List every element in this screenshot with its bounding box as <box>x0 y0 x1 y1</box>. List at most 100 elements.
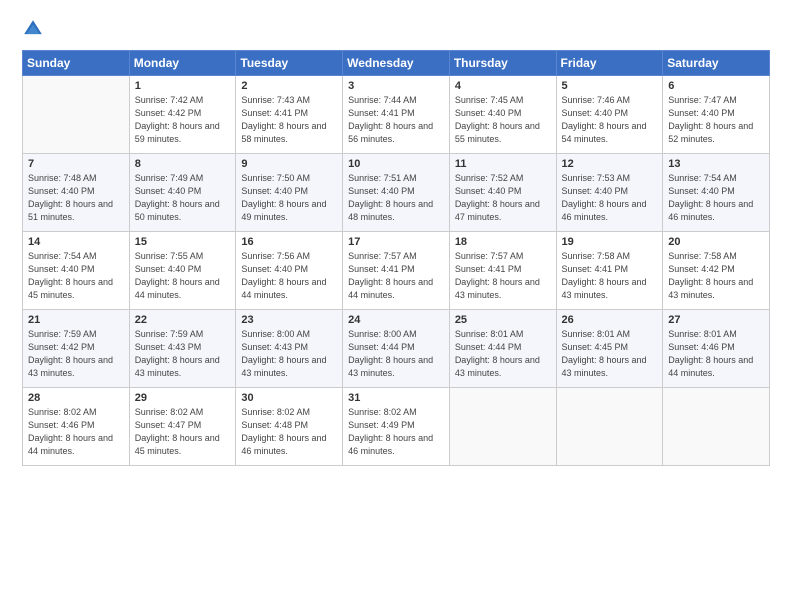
day-info: Sunrise: 7:54 AMSunset: 4:40 PMDaylight:… <box>668 172 764 224</box>
week-row-4: 21 Sunrise: 7:59 AMSunset: 4:42 PMDaylig… <box>23 310 770 388</box>
day-number: 29 <box>135 392 231 404</box>
day-cell: 2 Sunrise: 7:43 AMSunset: 4:41 PMDayligh… <box>236 76 343 154</box>
day-number: 14 <box>28 236 124 248</box>
week-row-3: 14 Sunrise: 7:54 AMSunset: 4:40 PMDaylig… <box>23 232 770 310</box>
day-info: Sunrise: 7:48 AMSunset: 4:40 PMDaylight:… <box>28 172 124 224</box>
day-info: Sunrise: 7:49 AMSunset: 4:40 PMDaylight:… <box>135 172 231 224</box>
day-info: Sunrise: 8:02 AMSunset: 4:48 PMDaylight:… <box>241 406 337 458</box>
week-row-5: 28 Sunrise: 8:02 AMSunset: 4:46 PMDaylig… <box>23 388 770 466</box>
header <box>22 18 770 40</box>
day-info: Sunrise: 7:44 AMSunset: 4:41 PMDaylight:… <box>348 94 444 146</box>
day-info: Sunrise: 7:54 AMSunset: 4:40 PMDaylight:… <box>28 250 124 302</box>
day-number: 8 <box>135 158 231 170</box>
day-number: 27 <box>668 314 764 326</box>
day-cell: 9 Sunrise: 7:50 AMSunset: 4:40 PMDayligh… <box>236 154 343 232</box>
header-cell-saturday: Saturday <box>663 51 770 76</box>
day-cell: 7 Sunrise: 7:48 AMSunset: 4:40 PMDayligh… <box>23 154 130 232</box>
week-row-1: 1 Sunrise: 7:42 AMSunset: 4:42 PMDayligh… <box>23 76 770 154</box>
day-cell: 8 Sunrise: 7:49 AMSunset: 4:40 PMDayligh… <box>129 154 236 232</box>
day-cell <box>449 388 556 466</box>
day-cell: 29 Sunrise: 8:02 AMSunset: 4:47 PMDaylig… <box>129 388 236 466</box>
day-number: 6 <box>668 80 764 92</box>
day-number: 18 <box>455 236 551 248</box>
day-cell: 3 Sunrise: 7:44 AMSunset: 4:41 PMDayligh… <box>343 76 450 154</box>
day-number: 31 <box>348 392 444 404</box>
header-cell-thursday: Thursday <box>449 51 556 76</box>
day-cell: 24 Sunrise: 8:00 AMSunset: 4:44 PMDaylig… <box>343 310 450 388</box>
day-number: 2 <box>241 80 337 92</box>
day-number: 7 <box>28 158 124 170</box>
day-number: 16 <box>241 236 337 248</box>
day-info: Sunrise: 8:02 AMSunset: 4:46 PMDaylight:… <box>28 406 124 458</box>
day-cell: 10 Sunrise: 7:51 AMSunset: 4:40 PMDaylig… <box>343 154 450 232</box>
logo <box>22 18 48 40</box>
day-number: 11 <box>455 158 551 170</box>
day-number: 24 <box>348 314 444 326</box>
day-number: 20 <box>668 236 764 248</box>
day-number: 23 <box>241 314 337 326</box>
day-number: 9 <box>241 158 337 170</box>
day-number: 13 <box>668 158 764 170</box>
day-cell: 19 Sunrise: 7:58 AMSunset: 4:41 PMDaylig… <box>556 232 663 310</box>
day-cell: 4 Sunrise: 7:45 AMSunset: 4:40 PMDayligh… <box>449 76 556 154</box>
header-cell-wednesday: Wednesday <box>343 51 450 76</box>
day-info: Sunrise: 8:00 AMSunset: 4:44 PMDaylight:… <box>348 328 444 380</box>
day-number: 1 <box>135 80 231 92</box>
day-number: 12 <box>562 158 658 170</box>
day-cell: 14 Sunrise: 7:54 AMSunset: 4:40 PMDaylig… <box>23 232 130 310</box>
day-number: 22 <box>135 314 231 326</box>
day-number: 30 <box>241 392 337 404</box>
header-cell-friday: Friday <box>556 51 663 76</box>
day-info: Sunrise: 7:55 AMSunset: 4:40 PMDaylight:… <box>135 250 231 302</box>
day-info: Sunrise: 8:00 AMSunset: 4:43 PMDaylight:… <box>241 328 337 380</box>
calendar-table: SundayMondayTuesdayWednesdayThursdayFrid… <box>22 50 770 466</box>
day-info: Sunrise: 7:59 AMSunset: 4:42 PMDaylight:… <box>28 328 124 380</box>
day-info: Sunrise: 7:51 AMSunset: 4:40 PMDaylight:… <box>348 172 444 224</box>
day-number: 17 <box>348 236 444 248</box>
day-cell: 1 Sunrise: 7:42 AMSunset: 4:42 PMDayligh… <box>129 76 236 154</box>
day-cell: 12 Sunrise: 7:53 AMSunset: 4:40 PMDaylig… <box>556 154 663 232</box>
day-info: Sunrise: 8:02 AMSunset: 4:49 PMDaylight:… <box>348 406 444 458</box>
day-cell: 5 Sunrise: 7:46 AMSunset: 4:40 PMDayligh… <box>556 76 663 154</box>
day-number: 26 <box>562 314 658 326</box>
week-row-2: 7 Sunrise: 7:48 AMSunset: 4:40 PMDayligh… <box>23 154 770 232</box>
header-cell-tuesday: Tuesday <box>236 51 343 76</box>
day-number: 21 <box>28 314 124 326</box>
day-cell: 28 Sunrise: 8:02 AMSunset: 4:46 PMDaylig… <box>23 388 130 466</box>
day-cell <box>23 76 130 154</box>
day-cell <box>663 388 770 466</box>
day-cell: 13 Sunrise: 7:54 AMSunset: 4:40 PMDaylig… <box>663 154 770 232</box>
day-cell: 6 Sunrise: 7:47 AMSunset: 4:40 PMDayligh… <box>663 76 770 154</box>
day-cell: 22 Sunrise: 7:59 AMSunset: 4:43 PMDaylig… <box>129 310 236 388</box>
day-info: Sunrise: 7:52 AMSunset: 4:40 PMDaylight:… <box>455 172 551 224</box>
day-number: 5 <box>562 80 658 92</box>
day-info: Sunrise: 7:45 AMSunset: 4:40 PMDaylight:… <box>455 94 551 146</box>
day-cell: 30 Sunrise: 8:02 AMSunset: 4:48 PMDaylig… <box>236 388 343 466</box>
day-number: 3 <box>348 80 444 92</box>
day-number: 25 <box>455 314 551 326</box>
day-cell: 25 Sunrise: 8:01 AMSunset: 4:44 PMDaylig… <box>449 310 556 388</box>
logo-icon <box>22 18 44 40</box>
day-info: Sunrise: 7:53 AMSunset: 4:40 PMDaylight:… <box>562 172 658 224</box>
header-cell-monday: Monday <box>129 51 236 76</box>
day-cell: 16 Sunrise: 7:56 AMSunset: 4:40 PMDaylig… <box>236 232 343 310</box>
day-info: Sunrise: 7:58 AMSunset: 4:41 PMDaylight:… <box>562 250 658 302</box>
day-info: Sunrise: 7:57 AMSunset: 4:41 PMDaylight:… <box>455 250 551 302</box>
day-info: Sunrise: 7:57 AMSunset: 4:41 PMDaylight:… <box>348 250 444 302</box>
day-cell <box>556 388 663 466</box>
day-cell: 17 Sunrise: 7:57 AMSunset: 4:41 PMDaylig… <box>343 232 450 310</box>
header-row: SundayMondayTuesdayWednesdayThursdayFrid… <box>23 51 770 76</box>
day-info: Sunrise: 7:56 AMSunset: 4:40 PMDaylight:… <box>241 250 337 302</box>
day-number: 19 <box>562 236 658 248</box>
page: SundayMondayTuesdayWednesdayThursdayFrid… <box>0 0 792 612</box>
day-info: Sunrise: 7:46 AMSunset: 4:40 PMDaylight:… <box>562 94 658 146</box>
day-cell: 15 Sunrise: 7:55 AMSunset: 4:40 PMDaylig… <box>129 232 236 310</box>
day-cell: 31 Sunrise: 8:02 AMSunset: 4:49 PMDaylig… <box>343 388 450 466</box>
day-info: Sunrise: 8:01 AMSunset: 4:46 PMDaylight:… <box>668 328 764 380</box>
day-info: Sunrise: 8:01 AMSunset: 4:44 PMDaylight:… <box>455 328 551 380</box>
day-cell: 21 Sunrise: 7:59 AMSunset: 4:42 PMDaylig… <box>23 310 130 388</box>
day-number: 10 <box>348 158 444 170</box>
day-number: 28 <box>28 392 124 404</box>
day-info: Sunrise: 8:01 AMSunset: 4:45 PMDaylight:… <box>562 328 658 380</box>
day-cell: 23 Sunrise: 8:00 AMSunset: 4:43 PMDaylig… <box>236 310 343 388</box>
